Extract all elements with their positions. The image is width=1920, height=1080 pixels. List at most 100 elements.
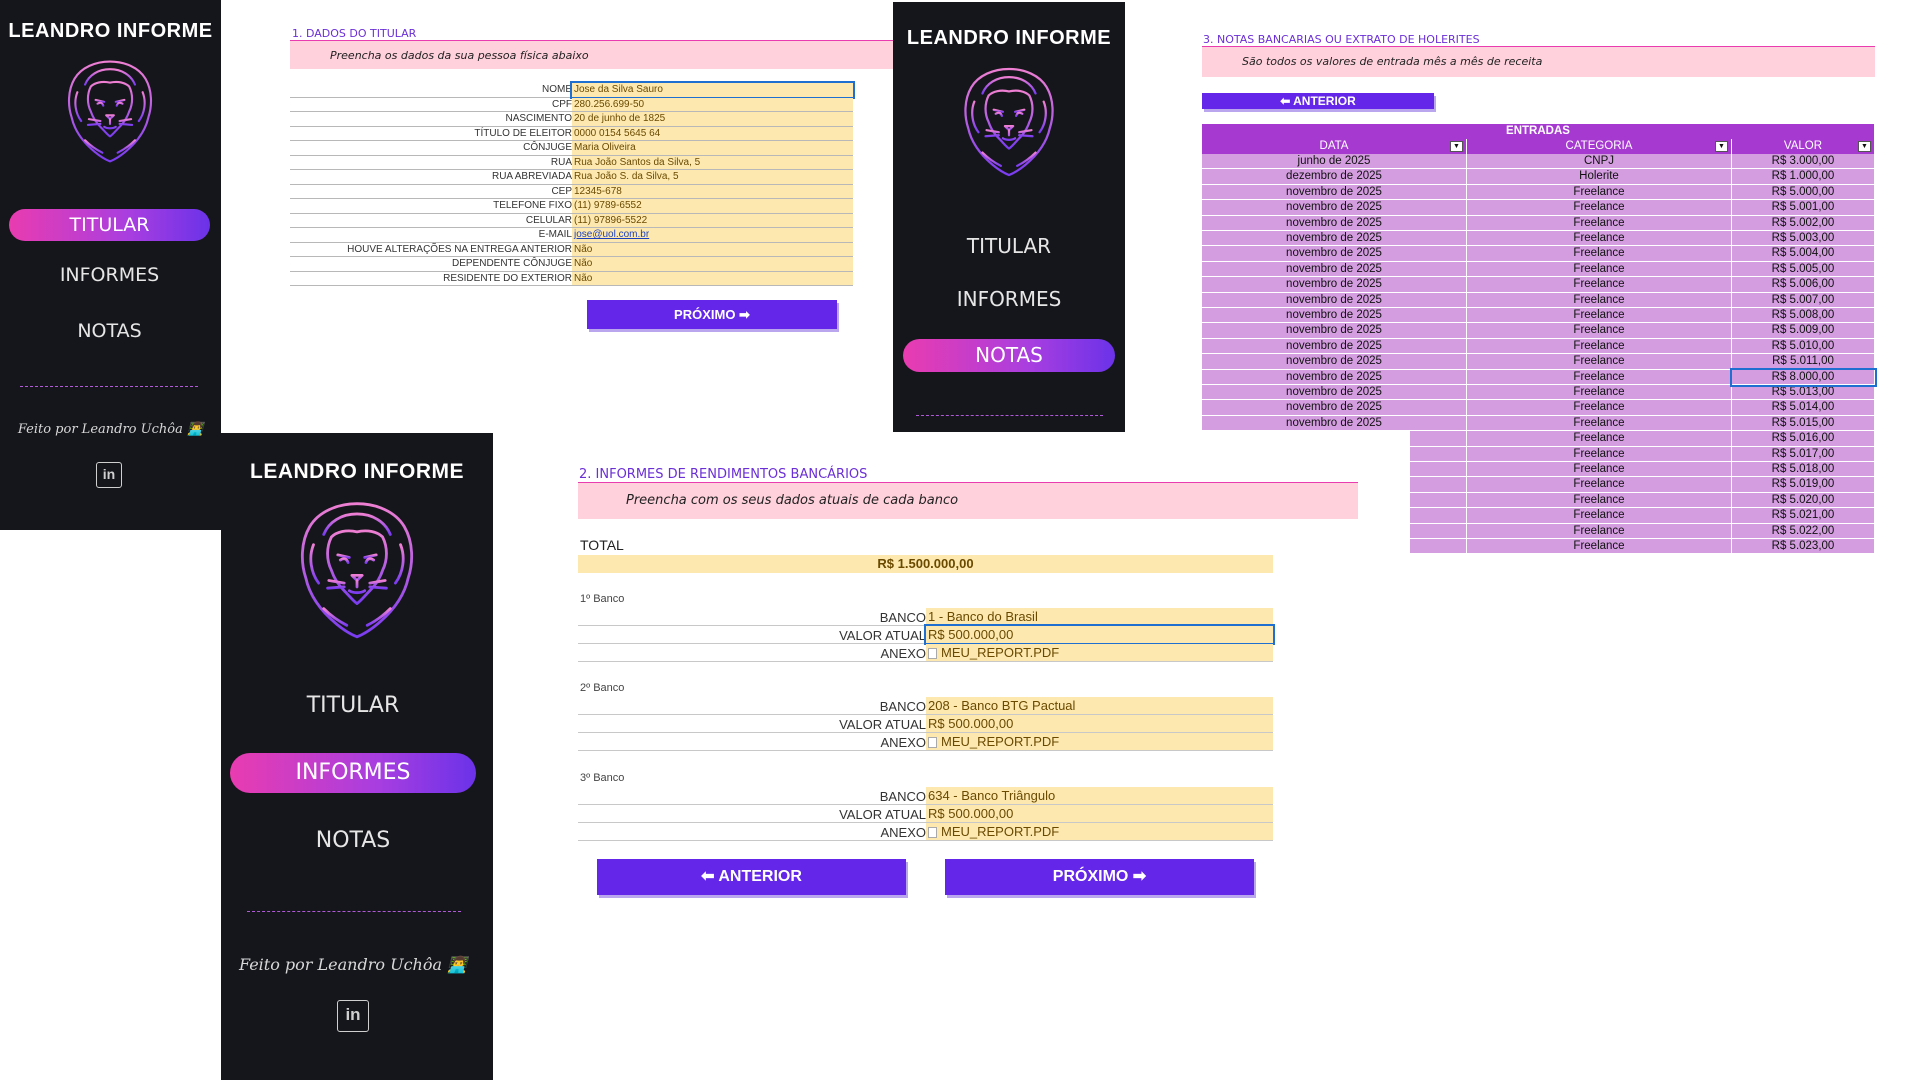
cell-categoria[interactable]: Freelance — [1467, 184, 1732, 201]
nav-notas[interactable]: NOTAS — [903, 339, 1115, 372]
cell-valor[interactable]: R$ 5.010,00 — [1732, 338, 1875, 355]
prev-button[interactable]: ⬅ ANTERIOR — [1202, 93, 1434, 109]
field-input[interactable]: 634 - Banco Triângulo — [926, 787, 1273, 804]
cell-categoria[interactable]: Freelance — [1467, 508, 1732, 524]
cell-categoria[interactable]: Freelance — [1467, 415, 1732, 432]
cell-categoria[interactable]: Freelance — [1467, 539, 1732, 555]
field-input[interactable]: 1 - Banco do Brasil — [926, 608, 1273, 625]
cell-data[interactable]: novembro de 2025 — [1202, 231, 1467, 247]
cell-categoria[interactable]: Freelance — [1467, 261, 1732, 278]
field-input[interactable]: 0000 0154 5645 64 — [572, 126, 853, 140]
column-header-data[interactable]: DATA ▼ — [1202, 139, 1467, 154]
field-input[interactable]: Maria Oliveira — [572, 141, 853, 155]
cell-data-empty[interactable] — [1410, 446, 1467, 462]
field-input[interactable]: (11) 97896-5522 — [572, 213, 853, 227]
cell-categoria[interactable]: Freelance — [1467, 462, 1732, 478]
linkedin-icon[interactable]: in — [96, 462, 122, 488]
field-input[interactable]: Rua João Santos da Silva, 5 — [572, 155, 853, 169]
cell-categoria[interactable]: Freelance — [1467, 246, 1732, 262]
dropdown-filter-icon[interactable]: ▼ — [1715, 141, 1728, 152]
field-input[interactable]: Não — [572, 271, 853, 285]
cell-data[interactable]: novembro de 2025 — [1202, 215, 1467, 231]
field-input[interactable]: 208 - Banco BTG Pactual — [926, 697, 1273, 714]
nav-informes[interactable]: INFORMES — [903, 283, 1115, 315]
cell-valor[interactable]: R$ 5.015,00 — [1732, 415, 1875, 432]
field-input[interactable]: Não — [572, 257, 853, 271]
field-input[interactable]: Rua João S. da Silva, 5 — [572, 170, 853, 184]
cell-valor[interactable]: R$ 1.000,00 — [1732, 169, 1875, 185]
dropdown-filter-icon[interactable]: ▼ — [1858, 141, 1871, 152]
cell-valor[interactable]: R$ 5.000,00 — [1732, 184, 1875, 201]
cell-data[interactable]: novembro de 2025 — [1202, 292, 1467, 308]
cell-data[interactable]: novembro de 2025 — [1202, 246, 1467, 262]
nav-informes[interactable]: INFORMES — [9, 260, 210, 290]
cell-data[interactable]: novembro de 2025 — [1202, 400, 1467, 416]
cell-categoria[interactable]: Freelance — [1467, 323, 1732, 339]
cell-categoria[interactable]: Freelance — [1467, 400, 1732, 416]
nav-notas[interactable]: NOTAS — [230, 823, 476, 859]
cell-data[interactable]: novembro de 2025 — [1202, 200, 1467, 216]
cell-categoria[interactable]: Freelance — [1467, 354, 1732, 370]
nav-informes[interactable]: INFORMES — [230, 753, 476, 793]
cell-categoria[interactable]: Freelance — [1467, 338, 1732, 355]
attachment-field[interactable]: MEU_REPORT.PDF — [926, 733, 1273, 750]
cell-categoria[interactable]: Holerite — [1467, 169, 1732, 185]
field-input[interactable]: jose@uol.com.br — [572, 228, 853, 242]
nav-titular[interactable]: TITULAR — [230, 688, 476, 724]
column-header-categoria[interactable]: CATEGORIA ▼ — [1467, 139, 1732, 154]
cell-categoria[interactable]: Freelance — [1467, 385, 1732, 401]
linkedin-icon[interactable]: in — [337, 1000, 369, 1032]
cell-valor[interactable]: R$ 5.003,00 — [1732, 231, 1875, 247]
cell-valor[interactable]: R$ 5.019,00 — [1732, 477, 1875, 493]
cell-data-empty[interactable] — [1410, 477, 1467, 493]
dropdown-filter-icon[interactable]: ▼ — [1450, 141, 1463, 152]
nav-titular[interactable]: TITULAR — [9, 209, 210, 241]
cell-valor[interactable]: R$ 3.000,00 — [1732, 154, 1875, 170]
cell-categoria[interactable]: Freelance — [1467, 492, 1732, 509]
cell-valor[interactable]: R$ 5.011,00 — [1732, 354, 1875, 370]
cell-valor[interactable]: R$ 5.006,00 — [1732, 277, 1875, 293]
cell-data[interactable]: dezembro de 2025 — [1202, 169, 1467, 185]
cell-valor[interactable]: R$ 5.002,00 — [1732, 215, 1875, 231]
cell-categoria[interactable]: Freelance — [1467, 523, 1732, 539]
attachment-field[interactable]: MEU_REPORT.PDF — [926, 823, 1273, 840]
cell-valor[interactable]: R$ 5.023,00 — [1732, 539, 1875, 555]
cell-data[interactable]: novembro de 2025 — [1202, 338, 1467, 355]
cell-categoria[interactable]: Freelance — [1467, 369, 1732, 385]
cell-categoria[interactable]: Freelance — [1467, 231, 1732, 247]
cell-categoria[interactable]: Freelance — [1467, 215, 1732, 231]
cell-valor[interactable]: R$ 5.009,00 — [1732, 323, 1875, 339]
field-input[interactable]: R$ 500.000,00 — [924, 624, 1275, 645]
cell-data-empty[interactable] — [1410, 431, 1467, 447]
cell-data[interactable]: novembro de 2025 — [1202, 323, 1467, 339]
cell-valor[interactable]: R$ 5.021,00 — [1732, 508, 1875, 524]
cell-categoria[interactable]: Freelance — [1467, 200, 1732, 216]
cell-valor[interactable]: R$ 5.007,00 — [1732, 292, 1875, 308]
cell-valor[interactable]: R$ 5.020,00 — [1732, 492, 1875, 509]
cell-valor[interactable]: R$ 5.013,00 — [1732, 385, 1875, 401]
field-input[interactable]: 20 de junho de 1825 — [572, 112, 853, 126]
prev-button[interactable]: ⬅ ANTERIOR — [597, 859, 906, 895]
cell-data[interactable]: novembro de 2025 — [1202, 277, 1467, 293]
column-header-valor[interactable]: VALOR ▼ — [1732, 139, 1875, 154]
cell-valor[interactable]: R$ 5.014,00 — [1732, 400, 1875, 416]
field-input[interactable]: R$ 500.000,00 — [926, 805, 1273, 822]
nav-notas[interactable]: NOTAS — [9, 316, 210, 346]
cell-valor[interactable]: R$ 5.022,00 — [1732, 523, 1875, 539]
field-input[interactable]: Não — [572, 242, 853, 256]
cell-data[interactable]: novembro de 2025 — [1202, 354, 1467, 370]
field-input[interactable]: 12345-678 — [572, 184, 853, 198]
cell-categoria[interactable]: Freelance — [1467, 292, 1732, 308]
cell-data[interactable]: novembro de 2025 — [1202, 184, 1467, 201]
next-button[interactable]: PRÓXIMO ➡ — [945, 859, 1254, 895]
cell-data-empty[interactable] — [1410, 523, 1467, 539]
cell-data-empty[interactable] — [1410, 508, 1467, 524]
cell-data[interactable]: junho de 2025 — [1202, 154, 1467, 170]
cell-data[interactable]: novembro de 2025 — [1202, 369, 1467, 385]
cell-categoria[interactable]: Freelance — [1467, 477, 1732, 493]
next-button[interactable]: PRÓXIMO ➡ — [587, 300, 837, 329]
cell-valor[interactable]: R$ 5.004,00 — [1732, 246, 1875, 262]
cell-categoria[interactable]: CNPJ — [1467, 154, 1732, 170]
cell-categoria[interactable]: Freelance — [1467, 277, 1732, 293]
nav-titular[interactable]: TITULAR — [903, 230, 1115, 262]
